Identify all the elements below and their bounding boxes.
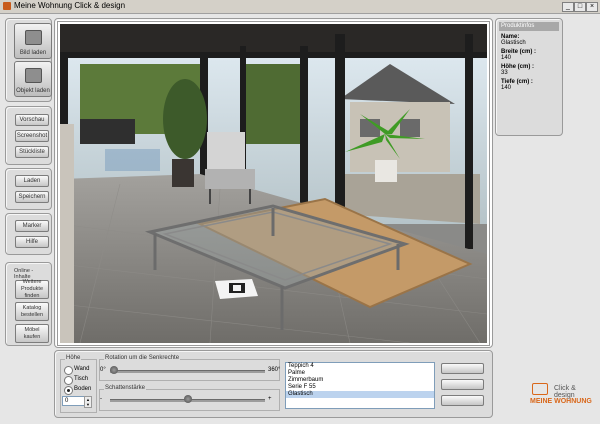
object-action-button-2[interactable]	[441, 379, 484, 390]
rotation-min-label: 0°	[100, 367, 106, 373]
marker-button[interactable]: Marker	[15, 220, 49, 232]
width-value: 140	[501, 55, 512, 61]
parts-list-button[interactable]: Stückliste	[15, 146, 49, 158]
height-spinner[interactable]: ▲ ▼	[84, 396, 92, 408]
box-icon	[25, 68, 42, 83]
shadow-min-label: -	[100, 396, 102, 402]
maximize-button[interactable]: □	[574, 2, 586, 12]
rotation-max-label: 360°	[268, 367, 281, 373]
radio-floor-label: Boden	[74, 386, 92, 392]
radio-table-label: Tisch	[74, 376, 89, 382]
radio-floor[interactable]	[64, 386, 73, 395]
height-value-input[interactable]: 0	[62, 396, 86, 406]
depth-value: 140	[501, 85, 512, 91]
radio-wall-label: Wand	[74, 366, 90, 372]
app-icon	[3, 2, 11, 10]
title-bar: Meine Wohnung Click & design _ □ ×	[0, 0, 600, 14]
object-list-item[interactable]: Glastisch	[286, 391, 434, 398]
rotation-slider-track[interactable]	[110, 370, 265, 373]
product-info-panel: Produktinfos Name: Glastisch Breite (cm)…	[495, 18, 563, 136]
product-info-list: Name: Glastisch Breite (cm) : 140 Höhe (…	[501, 34, 557, 94]
load-button[interactable]: Laden	[15, 175, 49, 187]
order-catalog-button[interactable]: Katalog bestellen	[15, 302, 49, 321]
help-panel: Marker Hilfe	[5, 213, 52, 255]
radio-table[interactable]	[64, 376, 73, 385]
object-list-item[interactable]: Teppich 4	[286, 363, 434, 370]
image-icon	[25, 30, 42, 45]
scene-viewport[interactable]	[58, 22, 489, 345]
height-group-label: Höhe	[65, 355, 82, 361]
house-icon	[532, 383, 548, 395]
buy-furniture-button[interactable]: Möbel kaufen	[15, 324, 49, 343]
object-list-item[interactable]: Palme	[286, 370, 434, 377]
radio-wall[interactable]	[64, 366, 73, 375]
logo-brand: MEINE WOHNUNG	[530, 398, 592, 405]
rotation-slider-thumb[interactable]	[110, 366, 118, 374]
object-list-item[interactable]: Zimmerbaum	[286, 377, 434, 384]
logo-tagline: Click & design	[554, 385, 576, 399]
find-products-button[interactable]: Weitere Produkte finden	[15, 279, 49, 299]
preview-button[interactable]: Vorschau	[15, 114, 49, 126]
room-photo	[60, 24, 487, 343]
object-list[interactable]: Teppich 4 Palme Zimmerbaum Serie F 55 Glasti…	[285, 362, 435, 409]
brand-logo: Click & design MEINE WOHNUNG	[530, 383, 598, 413]
output-panel: Vorschau Screenshot Stückliste	[5, 106, 52, 165]
minimize-button[interactable]: _	[562, 2, 574, 12]
name-value: Glastisch	[501, 40, 526, 46]
shadow-slider-thumb[interactable]	[183, 395, 192, 403]
product-info-title: Produktinfos	[499, 22, 559, 31]
screenshot-button[interactable]: Screenshot	[15, 130, 49, 142]
object-action-button-1[interactable]	[441, 363, 484, 374]
load-object-label: Objekt laden	[16, 88, 50, 94]
object-action-button-3[interactable]	[441, 395, 484, 406]
height-value: 33	[501, 70, 508, 76]
file-panel: Laden Speichern	[5, 168, 52, 210]
online-panel: Online - Inhalte Weitere Produkte finden…	[5, 262, 52, 346]
close-button[interactable]: ×	[586, 2, 598, 12]
rotation-group-label: Rotation um die Senkrechte	[104, 355, 181, 361]
window-title: Meine Wohnung Click & design	[14, 1, 126, 10]
load-image-button[interactable]: Bild laden	[14, 23, 52, 59]
object-list-item[interactable]: Serie F 55	[286, 384, 434, 391]
shadow-max-label: +	[268, 396, 272, 402]
save-button[interactable]: Speichern	[15, 191, 49, 203]
load-image-label: Bild laden	[19, 50, 47, 56]
help-button[interactable]: Hilfe	[15, 236, 49, 248]
load-panel: Bild laden Objekt laden	[5, 18, 52, 102]
load-object-button[interactable]: Objekt laden	[14, 61, 52, 97]
shadow-group-label: Schattenstärke	[104, 385, 147, 391]
